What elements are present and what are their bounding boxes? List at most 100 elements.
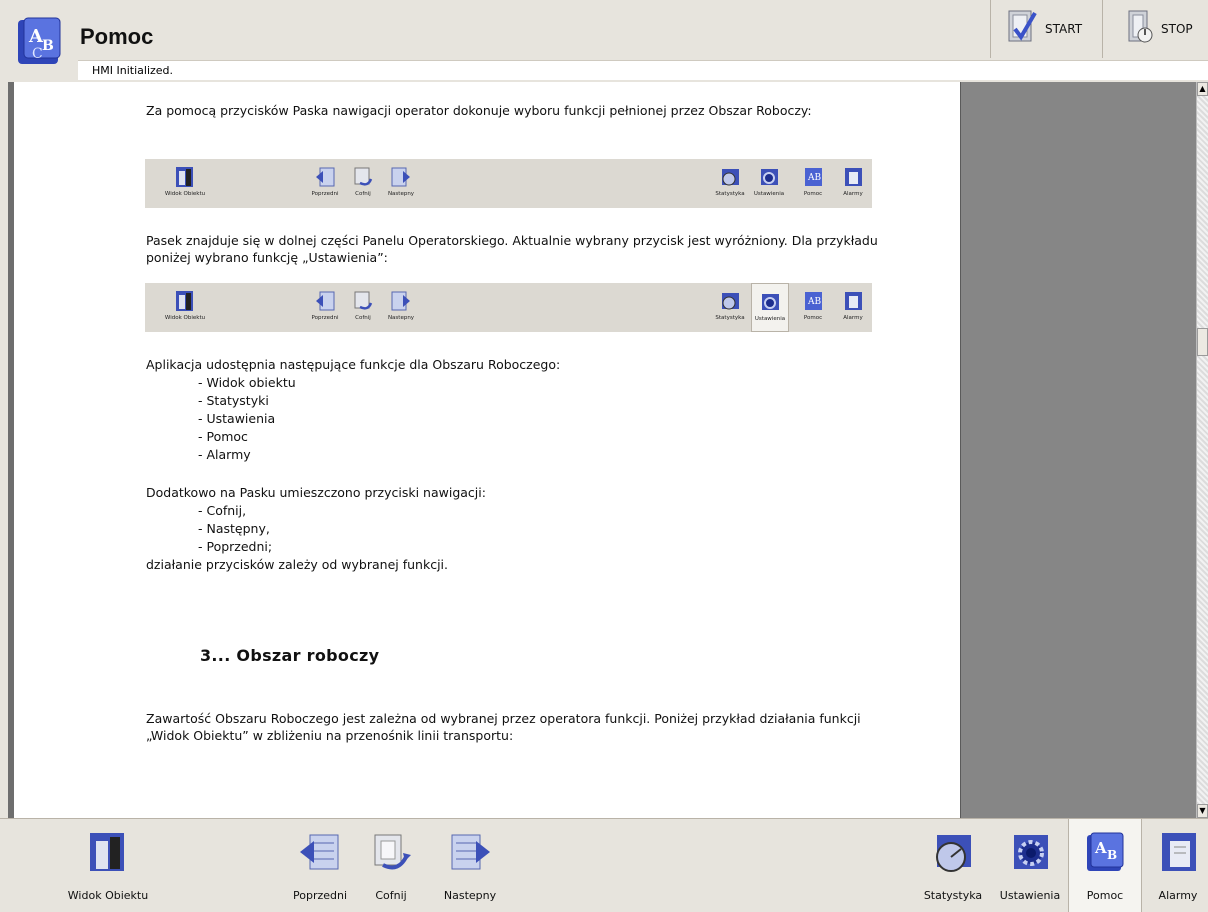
mini-cofnij: Cofnij: [349, 159, 377, 208]
nav-label: Widok Obiektu: [67, 889, 149, 902]
nav-bar-image-2: Widok Obiektu Poprzedni Cofnij Nastepny …: [145, 283, 872, 332]
mini-label: Cofnij: [355, 315, 371, 321]
help-document: Za pomocą przycisków Paska nawigacji ope…: [14, 82, 960, 818]
mini-alarmy: Alarmy: [837, 159, 869, 208]
settings-icon: [1014, 835, 1048, 869]
bottom-nav-bar: Widok Obiektu Poprzedni Cofnij Nastepny: [0, 818, 1208, 912]
section-heading: 3... Obszar roboczy: [200, 646, 380, 665]
mini-alarmy: Alarmy: [837, 283, 869, 332]
mini-pomoc: AB Pomoc: [795, 283, 831, 332]
statistics-icon: [722, 169, 739, 186]
svg-text:C: C: [32, 46, 43, 62]
mini-cofnij: Cofnij: [349, 283, 377, 332]
scroll-up-arrow-icon[interactable]: ▲: [1197, 82, 1208, 96]
page-title: Pomoc: [80, 24, 154, 49]
mini-ustawienia-selected: Ustawienia: [751, 283, 789, 332]
nav-label: Pomoc: [1086, 889, 1124, 902]
list-item: - Ustawienia: [198, 411, 276, 426]
help-ab-icon: A B: [1087, 832, 1124, 871]
list-item: - Alarmy: [198, 447, 251, 462]
nav-label: Cofnij: [375, 889, 407, 902]
list-item: - Następny,: [198, 521, 270, 536]
stop-label: STOP: [1161, 22, 1193, 36]
nav-nastepny-button[interactable]: Nastepny: [440, 819, 500, 912]
mini-label: Poprzedni: [311, 315, 339, 321]
start-button[interactable]: START: [990, 0, 1102, 58]
mini-label: Statystyka: [715, 191, 745, 197]
nav-alarmy-button[interactable]: Alarmy: [1148, 819, 1208, 912]
mini-widok: Widok Obiektu: [163, 283, 207, 332]
svg-text:A: A: [1094, 839, 1107, 857]
undo-icon: [354, 291, 373, 310]
mini-ustawienia: Ustawienia: [751, 159, 787, 208]
stop-button[interactable]: STOP: [1102, 0, 1208, 58]
mini-statystyka: Statystyka: [710, 159, 750, 208]
mini-label: Cofnij: [355, 191, 371, 197]
mini-label: Poprzedni: [311, 191, 339, 197]
nav-label: Statystyka: [923, 889, 983, 902]
mini-label: Widok Obiektu: [164, 191, 206, 197]
mini-label: Alarmy: [843, 315, 863, 321]
mini-label: Pomoc: [803, 315, 823, 321]
alarms-icon: [1162, 833, 1196, 871]
start-icon: [1005, 7, 1039, 51]
vertical-scrollbar[interactable]: ▲ ▼: [1196, 82, 1208, 818]
svg-text:B: B: [1107, 848, 1117, 862]
list-item: - Poprzedni;: [198, 539, 273, 554]
mini-poprzedni: Poprzedni: [309, 283, 341, 332]
previous-icon: [316, 167, 335, 187]
nav-poprzedni-button[interactable]: Poprzedni: [288, 819, 352, 912]
mini-label: Statystyka: [715, 315, 745, 321]
nav-ustawienia-button[interactable]: Ustawienia: [994, 819, 1066, 912]
status-line: HMI Initialized.: [78, 60, 1208, 80]
right-pane: [960, 82, 1196, 818]
svg-text:B: B: [42, 38, 54, 54]
mini-label: Alarmy: [843, 191, 863, 197]
scroll-thumb[interactable]: [1197, 328, 1208, 356]
statistics-icon: [722, 293, 739, 310]
paragraph-3: Aplikacja udostępnia następujące funkcje…: [146, 357, 561, 372]
mini-label: Nastepny: [387, 191, 415, 197]
nav-pomoc-button[interactable]: A B Pomoc: [1068, 819, 1142, 912]
paragraph-1: Za pomocą przycisków Paska nawigacji ope…: [146, 103, 812, 118]
mini-label: Ustawienia: [754, 316, 786, 322]
mini-nastepny: Nastepny: [385, 159, 417, 208]
mini-statystyka: Statystyka: [710, 283, 750, 332]
list-item: - Pomoc: [198, 429, 248, 444]
nav-label: Nastepny: [443, 889, 497, 902]
list-item: - Statystyki: [198, 393, 269, 408]
mini-label: Pomoc: [803, 191, 823, 197]
nav-bar-image-1: Widok Obiektu Poprzedni Cofnij Nastepny …: [145, 159, 872, 208]
mini-widok: Widok Obiektu: [163, 159, 207, 208]
svg-text:AB: AB: [807, 297, 821, 307]
next-icon: [451, 834, 490, 870]
next-icon: [391, 291, 410, 311]
mini-label: Ustawienia: [753, 191, 785, 197]
statistics-icon: [936, 835, 971, 872]
mini-label: Nastepny: [387, 315, 415, 321]
svg-text:AB: AB: [807, 173, 821, 183]
start-label: START: [1045, 22, 1083, 36]
help-ab-icon: AB: [805, 168, 822, 186]
paragraph-6: Zawartość Obszaru Roboczego jest zależna…: [146, 711, 861, 743]
settings-icon: [762, 294, 779, 310]
help-ab-icon: A B C: [14, 14, 70, 70]
widok-obiektu-icon: [176, 291, 193, 311]
previous-icon: [316, 291, 335, 311]
paragraph-2: Pasek znajduje się w dolnej części Panel…: [146, 233, 878, 265]
scroll-down-arrow-icon[interactable]: ▼: [1197, 804, 1208, 818]
next-icon: [391, 167, 410, 187]
undo-icon: [374, 834, 411, 870]
mini-poprzedni: Poprzedni: [309, 159, 341, 208]
nav-statystyka-button[interactable]: Statystyka: [916, 819, 990, 912]
stop-icon: [1125, 7, 1155, 51]
widok-obiektu-icon: [176, 167, 193, 187]
widok-obiektu-icon: [90, 833, 124, 871]
list-item: - Cofnij,: [198, 503, 247, 518]
nav-cofnij-button[interactable]: Cofnij: [366, 819, 416, 912]
nav-label: Alarmy: [1158, 889, 1198, 902]
nav-label: Poprzedni: [292, 889, 348, 902]
nav-widok-obiektu-button[interactable]: Widok Obiektu: [58, 819, 158, 912]
paragraph-5: działanie przycisków zależy od wybranej …: [146, 557, 448, 572]
list-item: - Widok obiektu: [198, 375, 296, 390]
